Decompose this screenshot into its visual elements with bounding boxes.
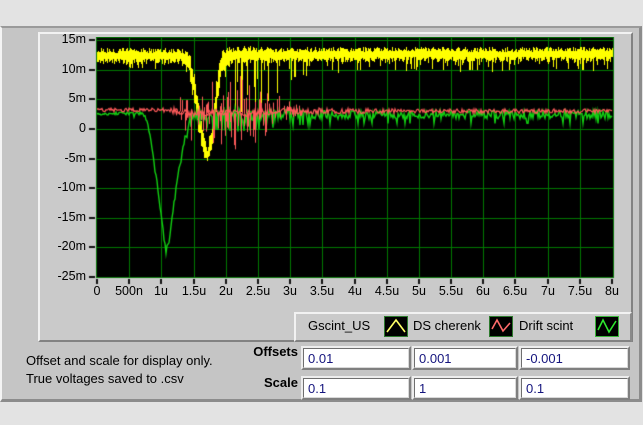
y-tick-label: -10m (57, 180, 86, 194)
legend-label-drift-scint[interactable]: Drift scint (519, 318, 573, 333)
offset-input-gscint-us[interactable] (303, 348, 409, 368)
red-line-icon (491, 318, 511, 333)
scale-input-gscint-us[interactable] (303, 378, 409, 398)
offset-input-drift-scint[interactable] (521, 348, 628, 368)
waveform-plot-area (88, 37, 615, 286)
yellow-line-icon (386, 318, 406, 333)
legend-plot-glyph-ds-cherenk[interactable] (489, 316, 513, 337)
x-tick-label: 8u (605, 284, 619, 298)
y-tick-label: 0 (79, 121, 86, 135)
offset-field-1-frame (301, 346, 411, 370)
offset-input-ds-cherenk[interactable] (414, 348, 516, 368)
legend-label-gscint-us[interactable]: Gscint_US (308, 318, 370, 333)
y-tick-label: -25m (57, 269, 86, 283)
display-note: Offset and scale for display only. True … (26, 352, 213, 388)
note-line-2: True voltages saved to .csv (26, 371, 184, 386)
legend-plot-glyph-drift-scint[interactable] (595, 316, 619, 337)
y-tick-label: -15m (57, 210, 86, 224)
y-tick-label: -20m (57, 239, 86, 253)
scale-input-drift-scint[interactable] (521, 378, 628, 398)
note-line-1: Offset and scale for display only. (26, 353, 213, 368)
offset-field-3-frame (519, 346, 630, 370)
y-tick-label: 5m (68, 91, 86, 105)
green-line-icon (597, 318, 617, 334)
y-tick-label: -5m (64, 151, 86, 165)
y-tick-label: 10m (61, 62, 86, 76)
front-panel-window: 15m 10m 5m 0 -5m -10m -15m -20m -25m 0 500n 1u 1.5u… (0, 0, 643, 425)
scale-field-2-frame (412, 376, 518, 400)
plot-legend: Gscint_US DS cherenk Drift scint (294, 312, 632, 342)
scale-field-1-frame (301, 376, 411, 400)
legend-label-ds-cherenk[interactable]: DS cherenk (413, 318, 481, 333)
scale-input-ds-cherenk[interactable] (414, 378, 516, 398)
offset-field-2-frame (412, 346, 518, 370)
y-tick-label: 15m (61, 32, 86, 46)
legend-plot-glyph-gscint-us[interactable] (384, 316, 408, 337)
scale-field-3-frame (519, 376, 630, 400)
